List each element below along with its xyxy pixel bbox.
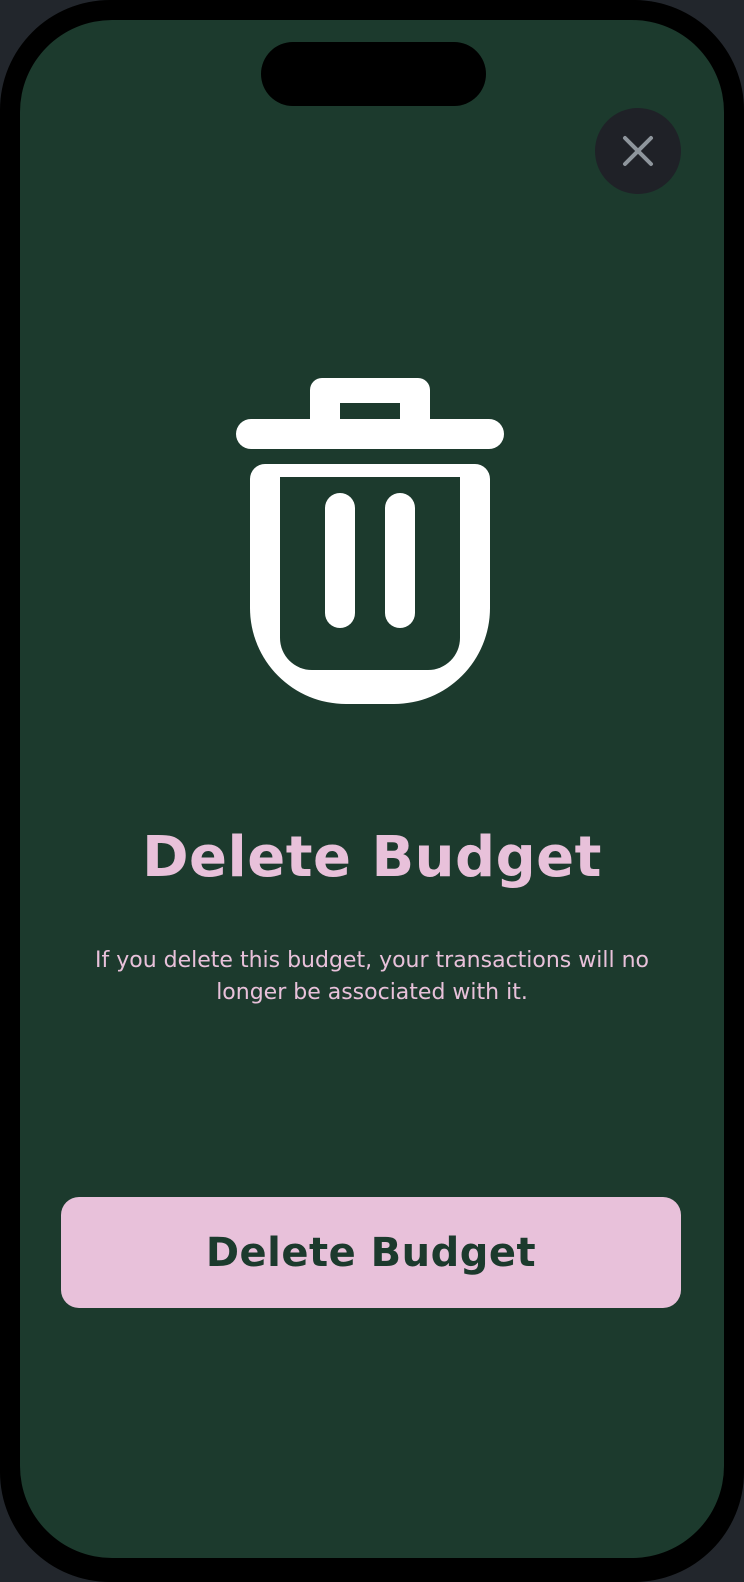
trash-icon (236, 378, 504, 704)
delete-budget-button[interactable]: Delete Budget (61, 1197, 681, 1308)
close-button[interactable] (595, 108, 681, 194)
dynamic-island (261, 42, 486, 106)
app-screen: Delete Budget If you delete this budget,… (20, 20, 724, 1558)
dialog-description: If you delete this budget, your transact… (95, 948, 649, 1005)
dialog-title: Delete Budget (142, 825, 602, 890)
phone-frame: Delete Budget If you delete this budget,… (0, 0, 744, 1582)
close-icon (623, 136, 653, 166)
